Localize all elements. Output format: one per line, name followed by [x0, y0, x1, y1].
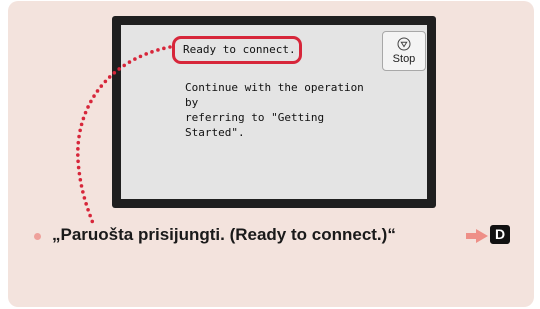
- right-arrow-icon: [466, 229, 488, 243]
- caption-text: „Paruošta prisijungti. (Ready to connect…: [52, 225, 396, 244]
- stop-circle-icon: [397, 37, 411, 51]
- bullet-dot: [34, 233, 41, 240]
- message-body: Continue with the operation by referring…: [185, 81, 364, 139]
- highlight-outline: [172, 36, 302, 64]
- stop-button-label: Stop: [392, 53, 416, 65]
- stop-button[interactable]: Stop: [382, 31, 426, 71]
- step-badge: D: [490, 225, 510, 244]
